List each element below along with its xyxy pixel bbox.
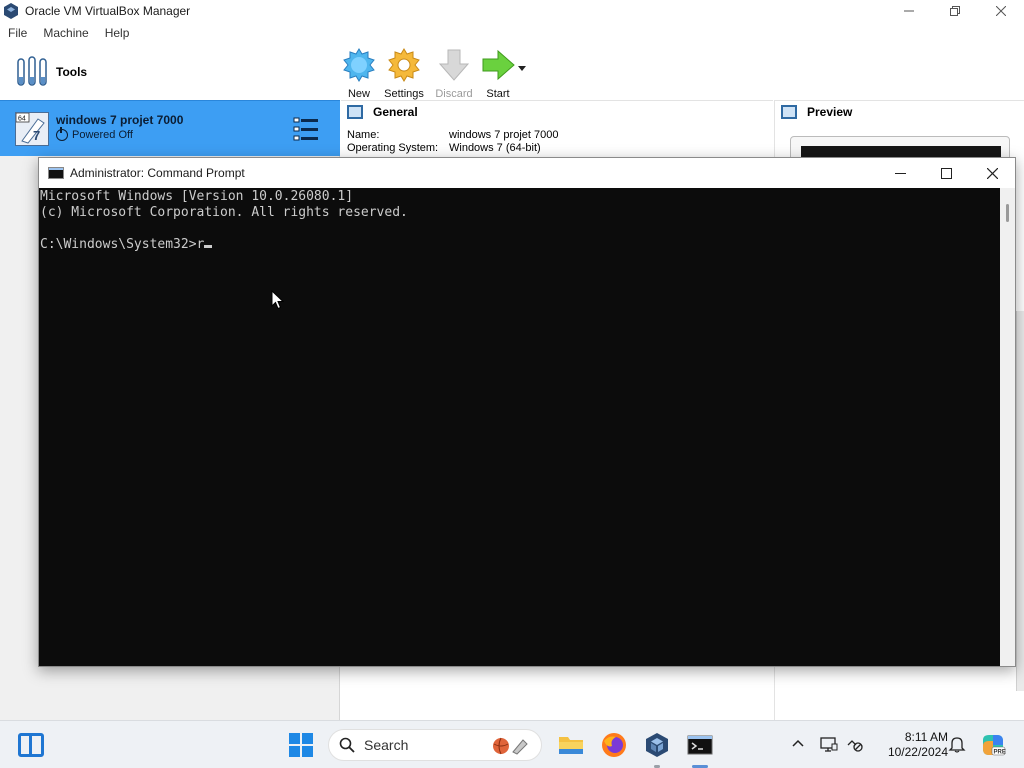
preview-section-header[interactable]: Preview [781, 105, 852, 119]
cmd-maximize-button[interactable] [923, 158, 969, 188]
detail-key-os: Operating System: [347, 142, 439, 154]
vbox-toolbar: New Settings Discard Start [341, 44, 1024, 100]
menu-file[interactable]: File [8, 26, 27, 40]
file-explorer-icon[interactable] [557, 731, 585, 759]
preview-scroll-edge [1016, 311, 1024, 691]
copilot-icon[interactable]: PRE [980, 732, 1006, 758]
settings-gear-icon [387, 48, 421, 82]
new-vm-icon [342, 48, 376, 82]
console-output: Microsoft Windows [Version 10.0.26080.1]… [40, 189, 408, 253]
menu-machine[interactable]: Machine [43, 26, 88, 40]
widgets-icon[interactable] [18, 733, 44, 757]
vbox-minimize-button[interactable] [886, 0, 932, 22]
firefox-icon[interactable] [600, 731, 628, 759]
os-badge-text: 64 [18, 116, 26, 123]
power-icon [56, 127, 68, 141]
tools-label: Tools [56, 65, 88, 79]
start-dropdown-arrow-icon[interactable] [518, 66, 526, 71]
cmd-minimize-button[interactable] [877, 158, 923, 188]
battery-icon[interactable] [846, 735, 864, 753]
console-typed-input[interactable]: r [197, 237, 205, 252]
svg-text:PRE: PRE [994, 750, 1006, 756]
taskbar-search-box[interactable]: Search [328, 729, 542, 761]
cmd-icon [48, 167, 64, 179]
detail-row-os: Operating System: Windows 7 (64-bit) [347, 142, 541, 154]
windows7-os-icon: 64 7 [15, 112, 49, 146]
vbox-restore-button[interactable] [932, 0, 978, 22]
vm-name: windows 7 projet 7000 [56, 113, 184, 127]
general-section-title: General [373, 105, 418, 119]
virtualbox-icon [2, 2, 20, 20]
general-section-header[interactable]: General [347, 105, 418, 119]
discard-button[interactable]: Discard [430, 48, 478, 100]
taskbar: Search 8:11 AM 10/22/2024 PRE [0, 720, 1024, 768]
discard-arrow-icon [437, 48, 471, 82]
search-icon [339, 737, 355, 753]
vbox-window-title: Oracle VM VirtualBox Manager [25, 4, 191, 18]
search-highlight-icon [491, 736, 529, 756]
system-clock[interactable]: 8:11 AM 10/22/2024 [872, 730, 948, 760]
start-button[interactable]: Start [474, 48, 522, 100]
cmd-titlebar[interactable]: Administrator: Command Prompt [39, 158, 1015, 188]
console-line-version: Microsoft Windows [Version 10.0.26080.1] [40, 189, 354, 204]
console-scrollbar-thumb[interactable] [1006, 204, 1009, 222]
tools-item[interactable]: Tools [0, 44, 340, 100]
mouse-pointer-icon [271, 289, 285, 310]
command-prompt-window: Administrator: Command Prompt Microsoft … [38, 157, 1016, 667]
vbox-close-button[interactable] [978, 0, 1024, 22]
detail-row-name: Name: windows 7 projet 7000 [347, 129, 558, 141]
bell-icon[interactable] [948, 735, 966, 753]
clock-time: 8:11 AM [904, 730, 948, 744]
settings-button[interactable]: Settings [380, 48, 428, 100]
console-line-copyright: (c) Microsoft Corporation. All rights re… [40, 205, 408, 220]
hamburger-menu-icon[interactable] [292, 115, 320, 143]
terminal-taskbar-icon[interactable] [686, 731, 714, 759]
clock-date: 10/22/2024 [887, 745, 948, 759]
start-label: Start [486, 88, 510, 100]
console-area[interactable]: Microsoft Windows [Version 10.0.26080.1]… [39, 188, 1000, 666]
chevron-up-icon[interactable] [791, 737, 805, 751]
start-arrow-icon [481, 48, 515, 82]
console-cursor [204, 245, 213, 248]
vbox-menubar: File Machine Help [0, 22, 1024, 44]
virtualbox-taskbar-icon[interactable] [643, 731, 671, 759]
new-label: New [347, 88, 370, 100]
vm-list-item[interactable]: 64 7 windows 7 projet 7000 Powered Off [0, 100, 340, 156]
detail-key-name: Name: [347, 129, 380, 141]
settings-label: Settings [384, 88, 424, 100]
windows-start-icon[interactable] [288, 732, 314, 758]
network-icon[interactable] [820, 735, 838, 753]
new-button[interactable]: New [335, 48, 383, 100]
console-prompt: C:\Windows\System32> [40, 237, 197, 252]
preview-section-icon [781, 105, 797, 119]
cmd-window-title: Administrator: Command Prompt [70, 166, 245, 180]
general-section-icon [347, 105, 363, 119]
vbox-titlebar: Oracle VM VirtualBox Manager [0, 0, 1024, 22]
preview-section-title: Preview [807, 105, 853, 119]
detail-value-os: Windows 7 (64-bit) [449, 142, 541, 154]
os-number-text: 7 [33, 128, 40, 143]
search-label: Search [364, 737, 409, 753]
vm-state-label: Powered Off [72, 129, 133, 141]
tools-icon [16, 55, 48, 89]
console-scrollbar[interactable] [1000, 188, 1015, 666]
cmd-close-button[interactable] [969, 158, 1015, 188]
detail-value-name: windows 7 projet 7000 [449, 129, 559, 141]
vm-state: Powered Off [56, 127, 133, 141]
discard-label: Discard [435, 88, 473, 100]
menu-help[interactable]: Help [105, 26, 130, 40]
